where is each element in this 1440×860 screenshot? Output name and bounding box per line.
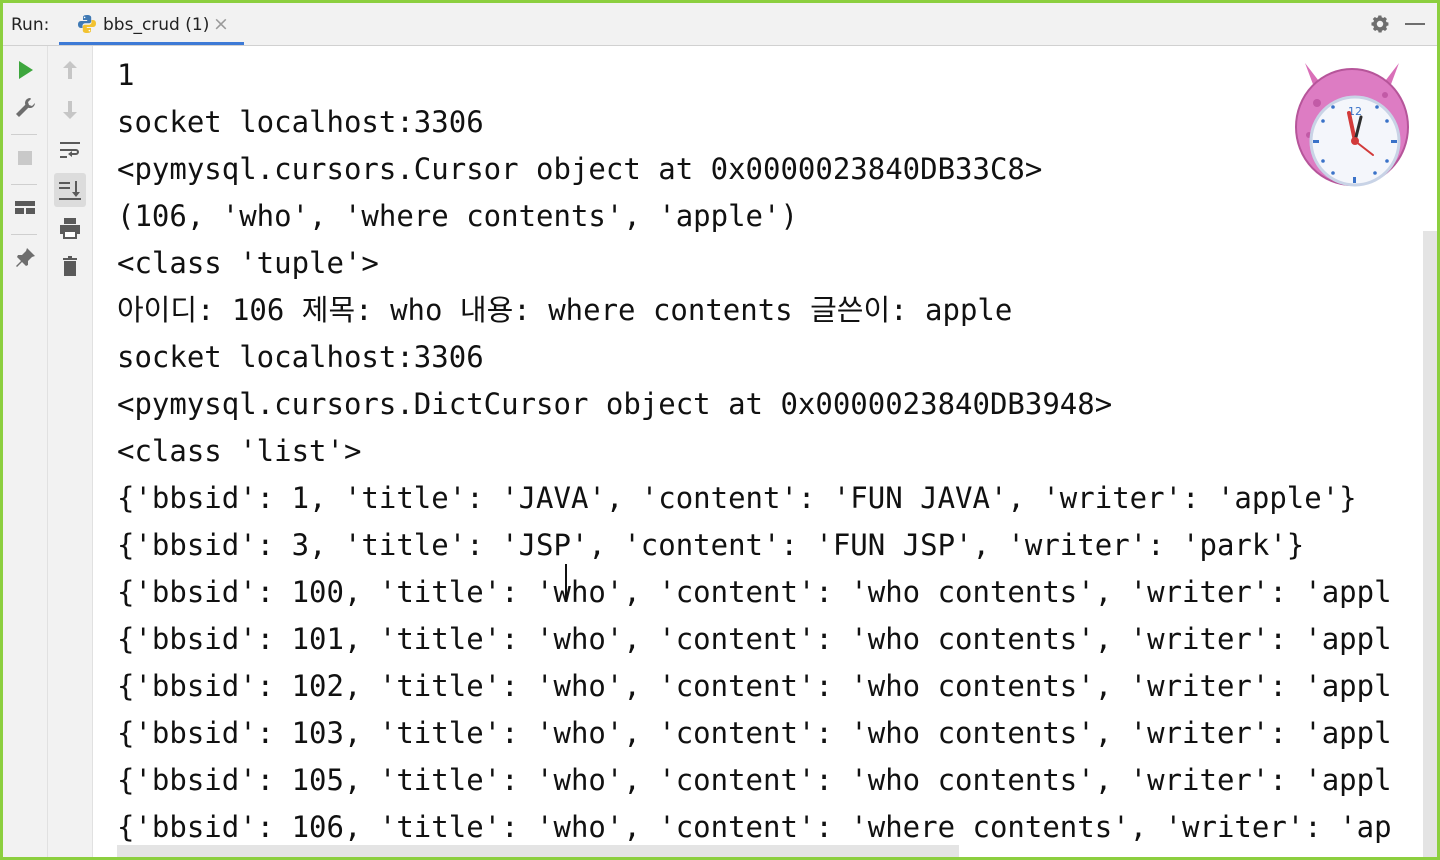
console-line: {'bbsid': 1, 'title': 'JAVA', 'content':… [117,481,1357,515]
layout-icon[interactable] [11,194,39,222]
console-output[interactable]: 1 socket localhost:3306 <pymysql.cursors… [93,46,1437,857]
console-line: <pymysql.cursors.Cursor object at 0x0000… [117,152,1043,186]
console-line: 1 [117,58,135,92]
tab-bbs-crud[interactable]: bbs_crud (1) × [59,3,244,45]
console-line: {'bbsid': 3, 'title': 'JSP', 'content': … [117,528,1305,562]
down-arrow-icon [56,96,84,124]
console-line: {'bbsid': 102, 'title': 'who', 'content'… [117,669,1392,703]
console-line: (106, 'who', 'where contents', 'apple') [117,199,798,233]
console-line: {'bbsid': 103, 'title': 'who', 'content'… [117,716,1392,750]
run-header: Run: bbs_crud (1) × [3,3,1437,46]
wrench-icon[interactable] [11,94,39,122]
console-text: 1 socket localhost:3306 <pymysql.cursors… [117,52,1392,851]
up-arrow-icon [56,56,84,84]
python-icon [77,14,97,34]
console-line: {'bbsid': 100, 'title': 'who', 'content'… [117,575,1392,609]
minimize-icon[interactable] [1405,23,1425,25]
console-line: 아이디: 106 제목: who 내용: where contents 글쓴이:… [117,293,1013,327]
soft-wrap-icon[interactable] [56,136,84,164]
gear-icon[interactable] [1369,13,1391,35]
trash-icon[interactable] [56,252,84,280]
vertical-scrollbar[interactable] [1423,231,1437,857]
console-line: socket localhost:3306 [117,105,484,139]
tab-label: bbs_crud (1) [103,15,210,35]
console-line: {'bbsid': 101, 'title': 'who', 'content'… [117,622,1392,656]
console-line: {'bbsid': 105, 'title': 'who', 'content'… [117,763,1392,797]
print-icon[interactable] [56,214,84,242]
scroll-to-end-icon[interactable] [54,173,86,207]
pin-icon[interactable] [11,244,39,272]
text-caret [565,564,567,602]
close-icon[interactable]: × [213,13,229,35]
run-label: Run: [11,15,50,35]
run-actions-toolbar [3,46,48,857]
horizontal-scrollbar[interactable] [117,845,959,857]
mascot-clock-icon: 12 [1287,55,1417,190]
console-actions-toolbar [48,46,93,857]
console-line: <class 'list'> [117,434,362,468]
run-tool-window: Run: bbs_crud (1) × 1 socket localhost:3… [3,3,1437,857]
console-line: socket localhost:3306 [117,340,484,374]
console-line: {'bbsid': 106, 'title': 'who', 'content'… [117,810,1392,844]
stop-icon [11,144,39,172]
console-line: <pymysql.cursors.DictCursor object at 0x… [117,387,1113,421]
console-line: <class 'tuple'> [117,246,379,280]
run-icon[interactable] [11,56,39,84]
